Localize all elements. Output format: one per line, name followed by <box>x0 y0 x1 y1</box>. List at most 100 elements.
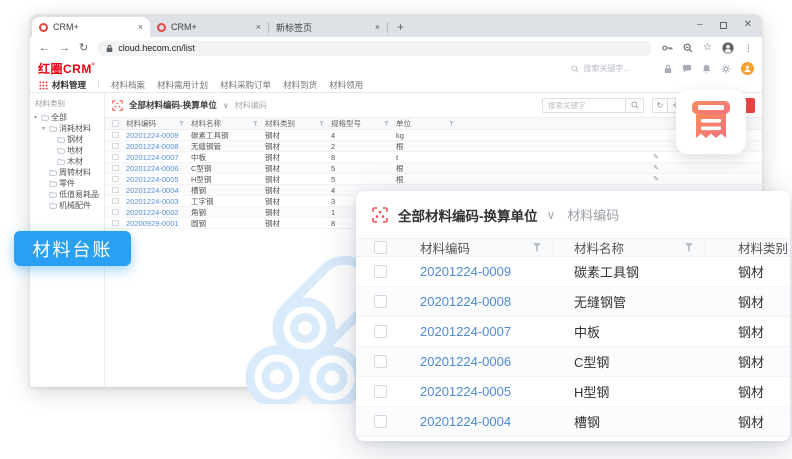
overlay-table-row[interactable]: 20201224-0005H型钢钢材 <box>356 377 790 407</box>
tree-node-消耗材料[interactable]: ▾消耗材料 <box>30 123 104 134</box>
refresh-button[interactable]: ↻ <box>652 98 668 113</box>
row-checkbox[interactable] <box>112 132 119 139</box>
reload-icon[interactable]: ↻ <box>79 43 88 54</box>
chevron-down-icon[interactable]: ∨ <box>547 208 556 222</box>
browser-menu-icon[interactable]: ⋮ <box>744 44 753 53</box>
material-code-link[interactable]: 20201224-0005 <box>126 175 179 184</box>
lock-icon[interactable] <box>664 64 672 74</box>
overlay-table-row[interactable]: 20201224-0006C型钢钢材 <box>356 347 790 377</box>
table-row[interactable]: 20201224-0007中板钢材8t✎ <box>105 152 762 163</box>
profile-avatar-icon[interactable] <box>722 42 734 54</box>
nav-item-材料档案[interactable]: 材料档案 <box>111 79 145 91</box>
row-checkbox[interactable] <box>112 187 119 194</box>
row-checkbox[interactable] <box>374 355 387 368</box>
row-checkbox[interactable] <box>112 154 119 161</box>
row-checkbox[interactable] <box>112 220 119 227</box>
row-checkbox[interactable] <box>112 143 119 150</box>
close-window-button-icon[interactable]: ✕ <box>744 20 752 30</box>
address-bar[interactable]: cloud.hecom.cn/list <box>97 41 652 56</box>
chat-icon[interactable] <box>682 64 692 73</box>
row-checkbox[interactable] <box>374 415 387 428</box>
filter-funnel-icon[interactable] <box>319 121 324 127</box>
row-checkbox[interactable] <box>374 265 387 278</box>
overlay-table-row[interactable]: 20201224-0004槽钢钢材 <box>356 407 790 437</box>
material-code-link[interactable]: 20201224-0003 <box>126 197 179 206</box>
material-code-link[interactable]: 20201224-0007 <box>420 324 511 339</box>
material-code-link[interactable]: 20200929-0001 <box>126 219 179 228</box>
overlay-table-row[interactable]: 20201224-0009碳素工具钢钢材 <box>356 257 790 287</box>
back-icon[interactable]: ← <box>39 43 50 54</box>
nav-item-材料领用[interactable]: 材料领用 <box>329 79 363 91</box>
gear-icon[interactable] <box>721 64 731 74</box>
material-code-link[interactable]: 20201224-0002 <box>126 208 179 217</box>
bell-icon[interactable] <box>702 64 711 74</box>
view-title[interactable]: 全部材料编码-换算单位 <box>129 99 217 111</box>
table-row[interactable]: 20201224-0008无缝钢管钢材2根 <box>105 141 762 152</box>
material-code-link[interactable]: 20201224-0004 <box>420 414 511 429</box>
overlay-table-row[interactable]: 20201224-0008无缝钢管钢材 <box>356 287 790 317</box>
overlay-view-title[interactable]: 全部材料编码-换算单位 <box>398 205 538 225</box>
edit-pencil-icon[interactable]: ✎ <box>653 165 659 172</box>
filter-funnel-icon[interactable] <box>449 121 454 127</box>
row-checkbox[interactable] <box>112 165 119 172</box>
browser-tab[interactable]: CRM+× <box>150 17 268 37</box>
chevron-down-icon[interactable]: ∨ <box>223 101 229 110</box>
material-code-link[interactable]: 20201224-0009 <box>126 131 179 140</box>
tab-close-icon[interactable]: × <box>138 23 143 32</box>
tree-node-木材[interactable]: 木材 <box>30 156 104 167</box>
material-code-link[interactable]: 20201224-0004 <box>126 186 179 195</box>
maximize-button-icon[interactable] <box>720 22 727 29</box>
select-all-checkbox[interactable] <box>374 241 387 254</box>
tree-expand-icon[interactable]: ▾ <box>42 125 49 132</box>
table-row[interactable]: 20201224-0009碳素工具钢钢材4kg <box>105 130 762 141</box>
row-checkbox[interactable] <box>374 325 387 338</box>
material-code-link[interactable]: 20201224-0008 <box>420 294 511 309</box>
tree-expand-icon[interactable]: ▾ <box>34 114 41 121</box>
browser-tab[interactable]: 新标签页× <box>269 17 387 37</box>
edit-pencil-icon[interactable]: ✎ <box>653 176 659 183</box>
minimize-button-icon[interactable]: – <box>697 20 703 30</box>
filter-funnel-icon[interactable] <box>533 243 541 252</box>
tree-node-低值易耗品[interactable]: 低值易耗品 <box>30 189 104 200</box>
browser-tab[interactable]: CRM+× <box>32 17 150 37</box>
tree-node-零件[interactable]: 零件 <box>30 178 104 189</box>
user-avatar[interactable] <box>741 62 754 75</box>
filter-funnel-icon[interactable] <box>179 121 184 127</box>
nav-module[interactable]: 材料管理 <box>39 79 86 91</box>
new-tab-button[interactable]: + <box>397 20 404 34</box>
tree-node-地材[interactable]: 地材 <box>30 145 104 156</box>
edit-pencil-icon[interactable]: ✎ <box>653 154 659 161</box>
nav-item-材料需用计划[interactable]: 材料需用计划 <box>157 79 208 91</box>
bookmark-star-icon[interactable]: ☆ <box>703 43 712 53</box>
filter-funnel-icon[interactable] <box>253 121 258 127</box>
row-checkbox[interactable] <box>112 198 119 205</box>
material-code-link[interactable]: 20201224-0006 <box>126 164 179 173</box>
filter-funnel-icon[interactable] <box>384 121 389 127</box>
tree-node-钢材[interactable]: 钢材 <box>30 134 104 145</box>
global-search[interactable]: 搜索关键字... <box>571 63 630 74</box>
nav-item-材料到货[interactable]: 材料到货 <box>283 79 317 91</box>
material-code-link[interactable]: 20201224-0007 <box>126 153 179 162</box>
material-code-link[interactable]: 20201224-0009 <box>420 264 511 279</box>
zoom-icon[interactable] <box>683 43 693 53</box>
row-checkbox[interactable] <box>112 209 119 216</box>
row-checkbox[interactable] <box>374 295 387 308</box>
filter-funnel-icon[interactable] <box>685 243 693 252</box>
table-row[interactable]: 20201224-0005H型钢钢材5根✎ <box>105 174 762 185</box>
tab-close-icon[interactable]: × <box>256 23 261 32</box>
material-code-link[interactable]: 20201224-0005 <box>420 384 511 399</box>
tab-close-icon[interactable]: × <box>375 23 380 32</box>
row-checkbox[interactable] <box>374 385 387 398</box>
list-search-button[interactable] <box>626 98 644 113</box>
tree-node-周转材料[interactable]: 周转材料 <box>30 167 104 178</box>
list-search-input[interactable] <box>542 98 626 113</box>
overlay-table-row[interactable]: 20201224-0007中板钢材 <box>356 317 790 347</box>
material-code-link[interactable]: 20201224-0006 <box>420 354 511 369</box>
row-checkbox[interactable] <box>112 176 119 183</box>
material-code-link[interactable]: 20201224-0008 <box>126 142 179 151</box>
tree-node-全部[interactable]: ▾全部 <box>30 112 104 123</box>
nav-item-材料采购订单[interactable]: 材料采购订单 <box>220 79 271 91</box>
key-icon[interactable] <box>662 44 673 52</box>
table-row[interactable]: 20201224-0006C型钢钢材5根✎ <box>105 163 762 174</box>
tree-node-机械配件[interactable]: 机械配件 <box>30 200 104 211</box>
